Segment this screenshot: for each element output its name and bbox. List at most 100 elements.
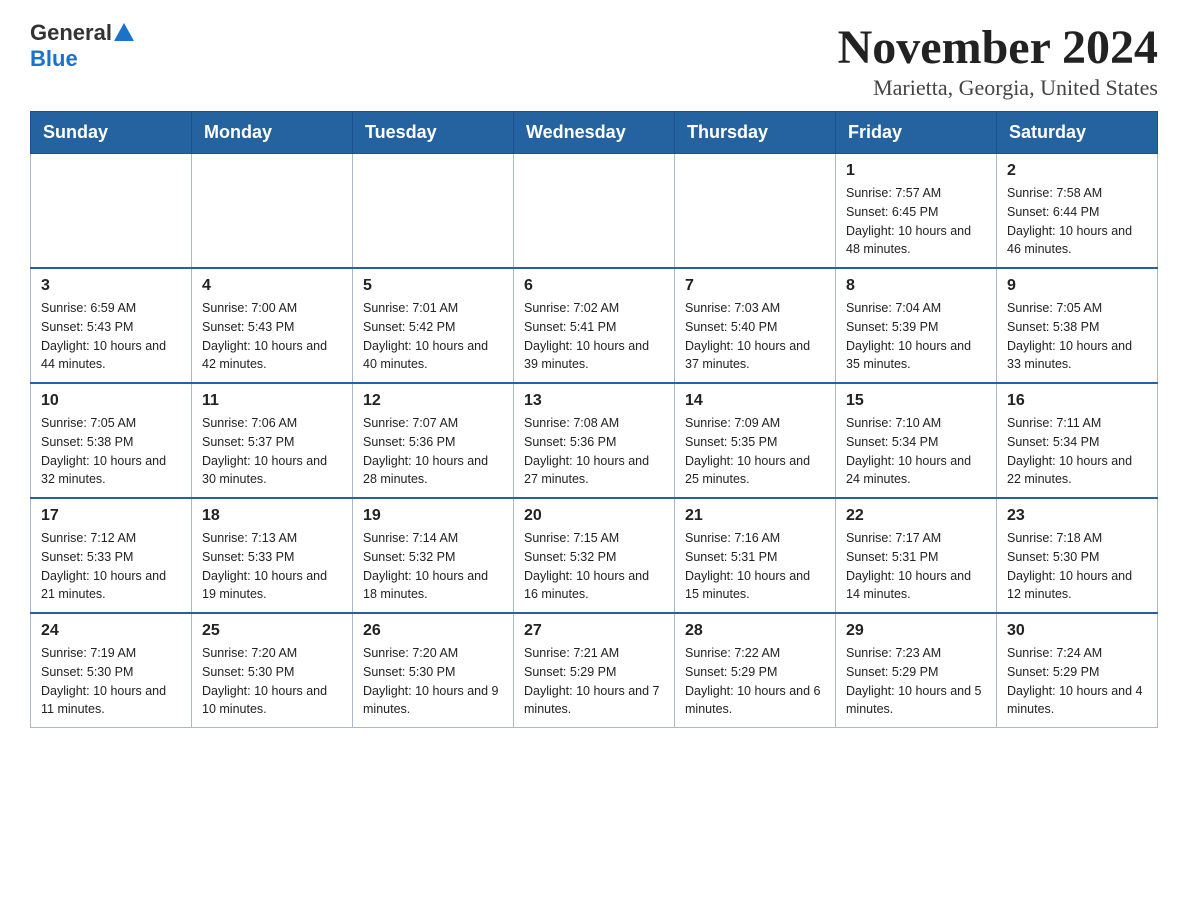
table-row: 21 Sunrise: 7:16 AMSunset: 5:31 PMDayligh…: [675, 498, 836, 613]
calendar-week-row: 3 Sunrise: 6:59 AMSunset: 5:43 PMDaylight…: [31, 268, 1158, 383]
day-info: Sunrise: 7:24 AMSunset: 5:29 PMDaylight:…: [1007, 644, 1147, 719]
calendar-week-row: 1 Sunrise: 7:57 AMSunset: 6:45 PMDaylight…: [31, 154, 1158, 269]
header-wednesday: Wednesday: [514, 112, 675, 154]
logo: General Blue: [30, 20, 134, 72]
page-header: General Blue November 2024 Marietta, Geo…: [30, 20, 1158, 101]
table-row: 23Sunrise: 7:18 AMSunset: 5:30 PMDayligh…: [997, 498, 1158, 613]
day-number: 17: [41, 507, 181, 525]
day-number: 13: [524, 392, 664, 410]
day-info: Sunrise: 7:15 AMSunset: 5:32 PMDaylight:…: [524, 529, 664, 604]
day-info: Sunrise: 7:23 AMSunset: 5:29 PMDaylight:…: [846, 644, 986, 719]
table-row: 22 Sunrise: 7:17 AMSunset: 5:31 PMDayligh…: [836, 498, 997, 613]
table-row: 2 Sunrise: 7:58 AMSunset: 6:44 PMDaylight…: [997, 154, 1158, 269]
logo-triangle-icon: [114, 23, 134, 41]
table-row: 27 Sunrise: 7:21 AMSunset: 5:29 PMDayligh…: [514, 613, 675, 728]
table-row: 11 Sunrise: 7:06 AMSunset: 5:37 PMDayligh…: [192, 383, 353, 498]
day-info: Sunrise: 7:20 AMSunset: 5:30 PMDaylight:…: [202, 644, 342, 719]
day-number: 14: [685, 392, 825, 410]
day-number: 21: [685, 507, 825, 525]
day-number: 7: [685, 277, 825, 295]
table-row: 20 Sunrise: 7:15 AMSunset: 5:32 PMDayligh…: [514, 498, 675, 613]
day-info: Sunrise: 7:10 AMSunset: 5:34 PMDaylight:…: [846, 414, 986, 489]
table-row: 5Sunrise: 7:01 AMSunset: 5:42 PMDaylight…: [353, 268, 514, 383]
calendar-header-row: Sunday Monday Tuesday Wednesday Thursday…: [31, 112, 1158, 154]
day-info: Sunrise: 7:16 AMSunset: 5:31 PMDaylight:…: [685, 529, 825, 604]
header-monday: Monday: [192, 112, 353, 154]
day-number: 30: [1007, 622, 1147, 640]
table-row: [353, 154, 514, 269]
day-info: Sunrise: 7:18 AMSunset: 5:30 PMDaylight:…: [1007, 529, 1147, 604]
table-row: 29Sunrise: 7:23 AMSunset: 5:29 PMDayligh…: [836, 613, 997, 728]
day-number: 26: [363, 622, 503, 640]
calendar-table: Sunday Monday Tuesday Wednesday Thursday…: [30, 111, 1158, 728]
day-number: 22: [846, 507, 986, 525]
day-number: 12: [363, 392, 503, 410]
day-number: 19: [363, 507, 503, 525]
day-number: 1: [846, 162, 986, 180]
day-number: 8: [846, 277, 986, 295]
table-row: 4 Sunrise: 7:00 AMSunset: 5:43 PMDaylight…: [192, 268, 353, 383]
calendar-subtitle: Marietta, Georgia, United States: [838, 75, 1158, 101]
day-info: Sunrise: 7:21 AMSunset: 5:29 PMDaylight:…: [524, 644, 664, 719]
table-row: 17Sunrise: 7:12 AMSunset: 5:33 PMDayligh…: [31, 498, 192, 613]
table-row: 15 Sunrise: 7:10 AMSunset: 5:34 PMDayligh…: [836, 383, 997, 498]
day-info: Sunrise: 7:11 AMSunset: 5:34 PMDaylight:…: [1007, 414, 1147, 489]
day-number: 6: [524, 277, 664, 295]
table-row: [675, 154, 836, 269]
table-row: 8 Sunrise: 7:04 AMSunset: 5:39 PMDaylight…: [836, 268, 997, 383]
table-row: [31, 154, 192, 269]
day-info: Sunrise: 7:19 AMSunset: 5:30 PMDaylight:…: [41, 644, 181, 719]
day-number: 18: [202, 507, 342, 525]
day-number: 15: [846, 392, 986, 410]
day-info: Sunrise: 7:17 AMSunset: 5:31 PMDaylight:…: [846, 529, 986, 604]
table-row: 3 Sunrise: 6:59 AMSunset: 5:43 PMDaylight…: [31, 268, 192, 383]
table-row: 1 Sunrise: 7:57 AMSunset: 6:45 PMDaylight…: [836, 154, 997, 269]
day-number: 24: [41, 622, 181, 640]
logo-general-text: General: [30, 20, 112, 46]
day-number: 4: [202, 277, 342, 295]
day-number: 27: [524, 622, 664, 640]
day-info: Sunrise: 7:02 AMSunset: 5:41 PMDaylight:…: [524, 299, 664, 374]
table-row: 7 Sunrise: 7:03 AMSunset: 5:40 PMDaylight…: [675, 268, 836, 383]
day-info: Sunrise: 7:05 AMSunset: 5:38 PMDaylight:…: [1007, 299, 1147, 374]
day-info: Sunrise: 7:58 AMSunset: 6:44 PMDaylight:…: [1007, 184, 1147, 259]
table-row: [514, 154, 675, 269]
day-info: Sunrise: 7:00 AMSunset: 5:43 PMDaylight:…: [202, 299, 342, 374]
table-row: 9 Sunrise: 7:05 AMSunset: 5:38 PMDaylight…: [997, 268, 1158, 383]
day-info: Sunrise: 7:05 AMSunset: 5:38 PMDaylight:…: [41, 414, 181, 489]
calendar-title-area: November 2024 Marietta, Georgia, United …: [838, 20, 1158, 101]
day-info: Sunrise: 7:07 AMSunset: 5:36 PMDaylight:…: [363, 414, 503, 489]
day-number: 11: [202, 392, 342, 410]
header-thursday: Thursday: [675, 112, 836, 154]
table-row: 16 Sunrise: 7:11 AMSunset: 5:34 PMDayligh…: [997, 383, 1158, 498]
day-number: 28: [685, 622, 825, 640]
calendar-week-row: 17Sunrise: 7:12 AMSunset: 5:33 PMDayligh…: [31, 498, 1158, 613]
header-tuesday: Tuesday: [353, 112, 514, 154]
table-row: 13 Sunrise: 7:08 AMSunset: 5:36 PMDayligh…: [514, 383, 675, 498]
table-row: 30 Sunrise: 7:24 AMSunset: 5:29 PMDayligh…: [997, 613, 1158, 728]
day-info: Sunrise: 7:57 AMSunset: 6:45 PMDaylight:…: [846, 184, 986, 259]
day-info: Sunrise: 7:14 AMSunset: 5:32 PMDaylight:…: [363, 529, 503, 604]
day-number: 3: [41, 277, 181, 295]
day-number: 10: [41, 392, 181, 410]
table-row: [192, 154, 353, 269]
day-info: Sunrise: 7:08 AMSunset: 5:36 PMDaylight:…: [524, 414, 664, 489]
table-row: 18 Sunrise: 7:13 AMSunset: 5:33 PMDayligh…: [192, 498, 353, 613]
calendar-week-row: 24 Sunrise: 7:19 AMSunset: 5:30 PMDayligh…: [31, 613, 1158, 728]
day-number: 16: [1007, 392, 1147, 410]
table-row: 26Sunrise: 7:20 AMSunset: 5:30 PMDayligh…: [353, 613, 514, 728]
day-info: Sunrise: 7:04 AMSunset: 5:39 PMDaylight:…: [846, 299, 986, 374]
day-info: Sunrise: 7:03 AMSunset: 5:40 PMDaylight:…: [685, 299, 825, 374]
day-info: Sunrise: 6:59 AMSunset: 5:43 PMDaylight:…: [41, 299, 181, 374]
table-row: 14 Sunrise: 7:09 AMSunset: 5:35 PMDayligh…: [675, 383, 836, 498]
day-number: 20: [524, 507, 664, 525]
day-info: Sunrise: 7:06 AMSunset: 5:37 PMDaylight:…: [202, 414, 342, 489]
day-info: Sunrise: 7:13 AMSunset: 5:33 PMDaylight:…: [202, 529, 342, 604]
logo-blue-text: Blue: [30, 46, 78, 71]
day-number: 9: [1007, 277, 1147, 295]
day-info: Sunrise: 7:09 AMSunset: 5:35 PMDaylight:…: [685, 414, 825, 489]
day-number: 5: [363, 277, 503, 295]
header-saturday: Saturday: [997, 112, 1158, 154]
day-number: 2: [1007, 162, 1147, 180]
calendar-week-row: 10 Sunrise: 7:05 AMSunset: 5:38 PMDayligh…: [31, 383, 1158, 498]
